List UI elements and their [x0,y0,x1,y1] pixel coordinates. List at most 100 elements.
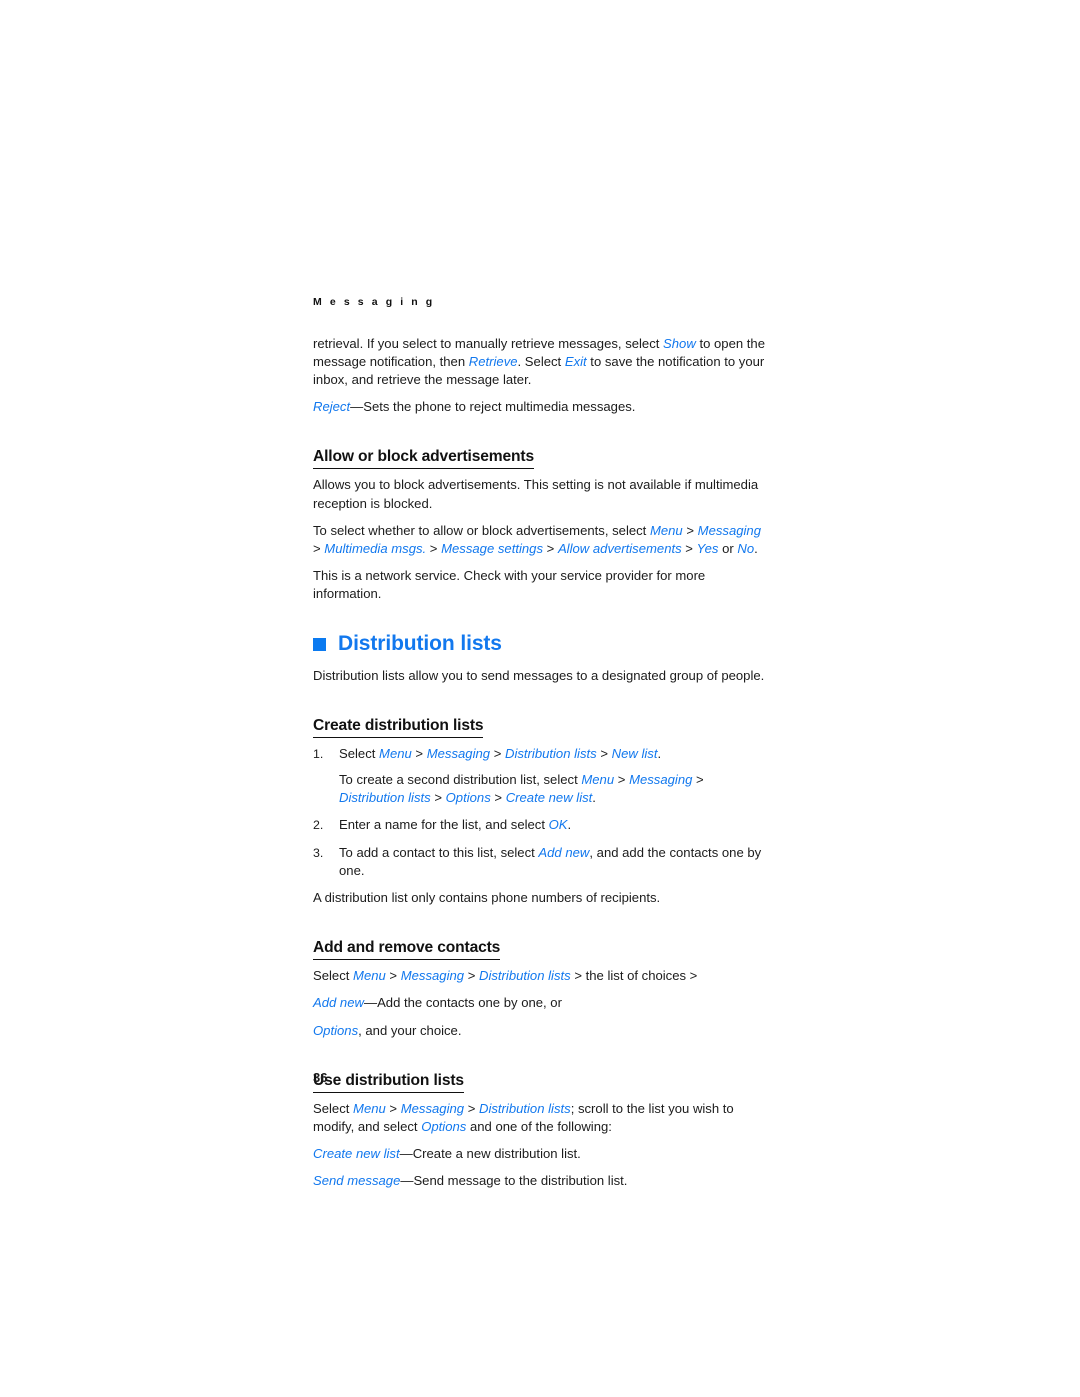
path-separator: > [313,541,325,557]
ui-term-yes: Yes [696,541,719,557]
ui-term-distribution-lists: Distribution lists [339,790,431,806]
ui-term-no: No [737,541,755,557]
text-fragment: —Send message to the distribution list. [400,1173,628,1189]
text-fragment: To add a contact to this list, select [339,844,539,860]
ui-term-options: Options [445,790,491,806]
heading-add-and-remove-contacts: Add and remove contacts [313,938,500,961]
add-remove-line-1: Select Menu > Messaging > Distribution l… [313,967,769,985]
path-separator: > [490,790,506,806]
allow-block-heading-wrap: Allow or block advertisements [313,425,769,476]
use-line-1: Select Menu > Messaging > Distribution l… [313,1100,769,1136]
ui-term-ok: OK [548,817,568,833]
create-distribution-lists-note: A distribution list only contains phone … [313,890,661,906]
heading-create-distribution-lists: Create distribution lists [313,716,484,738]
intro-paragraph-1: retrieval. If you select to manually ret… [313,335,769,390]
ui-term-create-new-list: Create new list [505,790,593,806]
path-separator: > [543,541,558,557]
ui-term-distribution-lists: Distribution lists [479,968,571,984]
path-separator: > [385,968,401,984]
ui-term-messaging: Messaging [400,968,465,984]
path-separator: > [411,745,427,761]
path-separator: > [430,790,446,806]
step-number: 1. [313,746,324,761]
ui-term-menu: Menu [649,522,683,538]
ui-term-messaging: Messaging [697,522,761,538]
step-1-extra-note: To create a second distribution list, se… [339,771,769,807]
path-separator: > [490,745,505,761]
list-item: 3. To add a contact to this list, select … [313,844,769,880]
text-fragment: Select [339,745,380,761]
text-fragment: . [754,541,758,557]
use-heading-wrap: Use distribution lists [313,1049,769,1100]
manual-page: M e s s a g i n g retrieval. If you sele… [0,0,1080,1397]
use-option-send-message: Send message—Send message to the distrib… [313,1172,769,1190]
intro-paragraph-2: Reject—Sets the phone to reject multimed… [313,398,769,416]
allow-block-paragraph-2: To select whether to allow or block adve… [313,522,769,558]
path-separator: > [426,541,442,557]
ui-term-message-settings: Message settings [441,541,544,557]
step-number: 2. [313,818,324,833]
text-fragment: Select [313,1100,354,1116]
ui-term-add-new: Add new [313,995,364,1011]
text-fragment: —Sets the phone to reject multimedia mes… [350,399,636,415]
ui-term-allow-advertisements: Allow advertisements [557,541,682,557]
heading-allow-or-block-advertisements: Allow or block advertisements [313,447,534,470]
step-number: 3. [313,845,324,860]
ui-term-reject: Reject [313,399,351,415]
allow-block-paragraph-1: Allows you to block advertisements. This… [313,477,759,511]
ui-term-send-message: Send message [313,1173,401,1189]
text-fragment: . [592,790,596,806]
text-fragment: , and your choice. [358,1022,462,1038]
allow-block-paragraph-3: This is a network service. Check with yo… [313,568,706,602]
add-remove-heading-wrap: Add and remove contacts [313,916,769,967]
path-separator: > [682,522,698,538]
ui-term-multimedia-msgs: Multimedia msgs. [324,541,427,557]
text-fragment: . [657,745,662,761]
list-item: 1. Select Menu > Messaging > Distribution… [313,745,769,808]
section-heading-label: Distribution lists [338,631,502,655]
text-fragment: —Add the contacts one by one, or [363,995,562,1011]
text-fragment: or [718,541,738,557]
text-fragment: . Select [517,353,565,369]
text-fragment: . [567,817,572,833]
text-fragment: To select whether to allow or block adve… [313,522,650,538]
ui-term-menu: Menu [581,772,615,788]
ui-term-messaging: Messaging [629,772,693,788]
ui-term-create-new-list: Create new list [313,1146,400,1162]
square-bullet-icon [313,638,326,652]
path-separator: > [692,772,704,788]
text-fragment: Enter a name for the list, and select [339,817,549,833]
list-item: 2. Enter a name for the list, and select … [313,816,769,834]
ui-term-distribution-lists: Distribution lists [505,745,597,761]
text-fragment: retrieval. If you select to manually ret… [313,335,664,351]
ui-term-retrieve: Retrieve [468,353,518,369]
path-separator: > [464,1100,479,1116]
create-distribution-lists-steps: 1. Select Menu > Messaging > Distribution… [313,745,769,880]
ui-term-options: Options [313,1022,359,1038]
path-separator: > [681,541,697,557]
path-separator: > [385,1100,401,1116]
distribution-lists-intro-paragraph: Distribution lists allow you to send mes… [313,667,765,683]
create-heading-wrap: Create distribution lists [313,694,769,745]
heading-use-distribution-lists: Use distribution lists [313,1071,464,1093]
add-remove-line-3: Options, and your choice. [313,1022,769,1040]
ui-term-menu: Menu [379,745,412,761]
text-fragment: —Create a new distribution list. [399,1146,581,1162]
ui-term-add-new: Add new [538,844,590,860]
ui-term-new-list: New list [611,745,658,761]
ui-term-options: Options [421,1119,467,1135]
ui-term-messaging: Messaging [426,745,491,761]
text-fragment: Select [313,968,354,984]
page-content: M e s s a g i n g retrieval. If you sele… [313,296,769,1200]
path-separator: > [596,745,612,761]
section-heading-distribution-lists: Distribution lists [313,631,769,657]
ui-term-show: Show [663,335,696,351]
ui-term-distribution-lists: Distribution lists [479,1100,571,1116]
text-fragment: To create a second distribution list, se… [339,772,582,788]
page-number: 36 [313,1070,328,1085]
path-separator: > [614,772,630,788]
text-fragment: and one of the following: [466,1119,612,1135]
add-remove-line-2: Add new—Add the contacts one by one, or [313,994,769,1012]
ui-term-messaging: Messaging [400,1100,465,1116]
text-fragment: > the list of choices > [570,968,698,984]
